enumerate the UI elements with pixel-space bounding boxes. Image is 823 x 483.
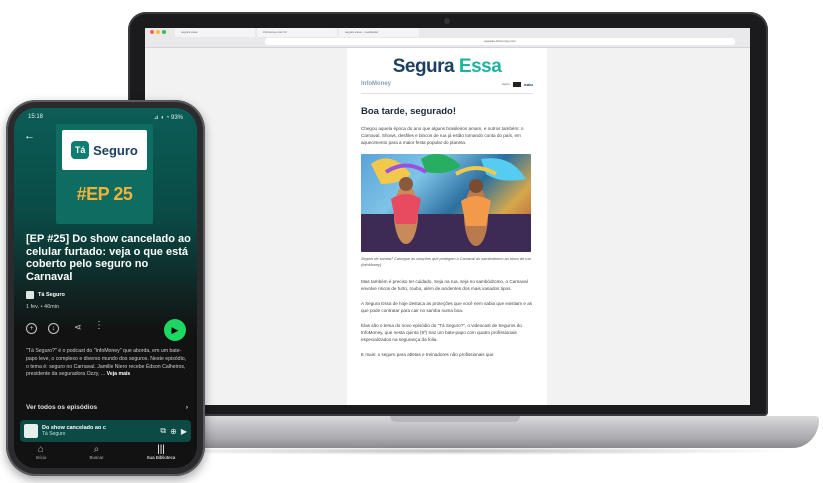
phone-screen: 15:18 ⊿ ◖ ◔ 93% ← Tá Seguro #EP 25 [EP #… [14,108,197,468]
paragraph: Elas são o tema do novo episódio do "Tá … [361,323,522,342]
play-icon: ▶ [171,324,179,335]
paragraph: Mas também é preciso ter cuidado. Seja n… [361,279,528,291]
mini-play-icon[interactable]: ▶ [181,427,187,436]
publisher-label[interactable]: InfoMoney [361,81,391,87]
laptop-screen: segura essa infomoney.com.br segura essa… [145,28,750,405]
add-circle-icon[interactable]: ⊕ [170,427,177,436]
paragraph: E mais: o seguro para atletas e treinado… [361,352,494,357]
laptop-notch [390,416,520,422]
partners: Apoio icatu [501,81,533,87]
mini-player[interactable]: Do show cancelado ao c Tá Seguro ⧉ ⊕ ▶ [20,420,191,442]
divider [361,93,533,94]
carnival-photo [361,154,531,252]
browser-tab[interactable]: segura essa [175,28,255,37]
status-indicators: ⊿ ◖ ◔ 93% [153,115,183,121]
status-bar: 15:18 ⊿ ◖ ◔ 93% [14,108,197,121]
show-name[interactable]: Tá Seguro [38,292,65,298]
ta-seguro-logo-icon: Tá [71,141,90,159]
episode-controls: + ↓ ⋖ ⋮ ▶ [26,319,186,341]
all-episodes-label: Ver todos os episódios [26,404,98,411]
mini-player-thumbnail [24,424,38,438]
browser-chrome: segura essa infomoney.com.br segura essa… [145,28,750,48]
all-episodes-link[interactable]: Ver todos os episódios › [26,404,188,411]
newsletter-subheader: InfoMoney Apoio icatu [361,81,533,87]
brand-word-2: Essa [458,56,502,77]
nav-search-label: Buscar [89,455,104,460]
nav-search[interactable]: ⌕ Buscar [89,444,103,460]
back-arrow-icon[interactable]: ← [24,130,35,142]
see-more-link[interactable]: Veja mais [107,371,131,377]
show-link[interactable]: Tá Seguro [26,291,65,299]
chevron-right-icon: › [185,404,188,411]
address-bar[interactable]: segurae.infomoney.com [265,38,735,45]
episode-description: "Tá Seguro?" é o podcast do "InfoMoney" … [26,348,188,379]
status-time: 15:18 [28,114,44,120]
carnival-illustration [361,154,531,252]
bottom-navigation: ⌂ Início ⌕ Buscar ||| Sua Biblioteca [14,444,197,460]
newsletter-body: Segura Essa InfoMoney Apoio icatu Boa ta… [347,48,547,405]
share-icon[interactable]: ⋖ [74,322,82,333]
partners-label: Apoio [501,82,510,86]
photo-caption: Seguro de samba? Carregue as soluções qu… [361,257,531,267]
episode-meta: 1 fev. • 46min [26,304,60,310]
play-button[interactable]: ▶ [164,319,186,341]
browser-tab[interactable]: infomoney.com.br [257,28,337,37]
download-icon[interactable]: ↓ [48,323,59,334]
cover-logo: Tá Seguro [62,130,147,170]
add-icon[interactable]: + [26,323,37,334]
brand-word-1: Segura [392,56,459,77]
paragraph: A Segura Essa de hoje destaca as proteçõ… [361,301,533,313]
episode-cover-art: Tá Seguro #EP 25 [56,124,153,224]
partner-name: icatu [523,81,533,87]
cover-episode-number: #EP 25 [76,184,133,204]
mini-player-subtitle: Tá Seguro [42,431,66,437]
nav-library-label: Sua Biblioteca [146,455,176,460]
home-icon: ⌂ [37,444,44,455]
nav-home-label: Início [35,455,47,460]
devices-icon[interactable]: ⧉ [160,426,166,436]
browser-tab-strip: segura essa infomoney.com.br segura essa… [145,28,750,37]
nav-home[interactable]: ⌂ Início [36,444,47,460]
show-thumbnail-icon [26,291,34,299]
library-icon: ||| [157,444,165,455]
camera-dot [444,18,450,24]
partner-logo-icon [512,81,521,87]
episode-title: [EP #25] Do show cancelado ao celular fu… [26,233,191,283]
laptop-shadow [110,447,800,455]
greeting-heading: Boa tarde, segurado! [361,106,457,117]
mini-player-text: Do show cancelado ao c Tá Seguro [42,425,156,437]
more-options-icon[interactable]: ⋮ [94,320,104,331]
paragraph: Chegou aquela época do ano que alguns br… [361,126,524,145]
browser-tab[interactable]: segura essa – newsletter [339,28,419,37]
cover-logo-text: Seguro [93,142,138,158]
newsletter-logo[interactable]: Segura Essa [361,56,533,78]
search-icon: ⌕ [93,444,100,455]
nav-library[interactable]: ||| Sua Biblioteca [147,444,176,460]
